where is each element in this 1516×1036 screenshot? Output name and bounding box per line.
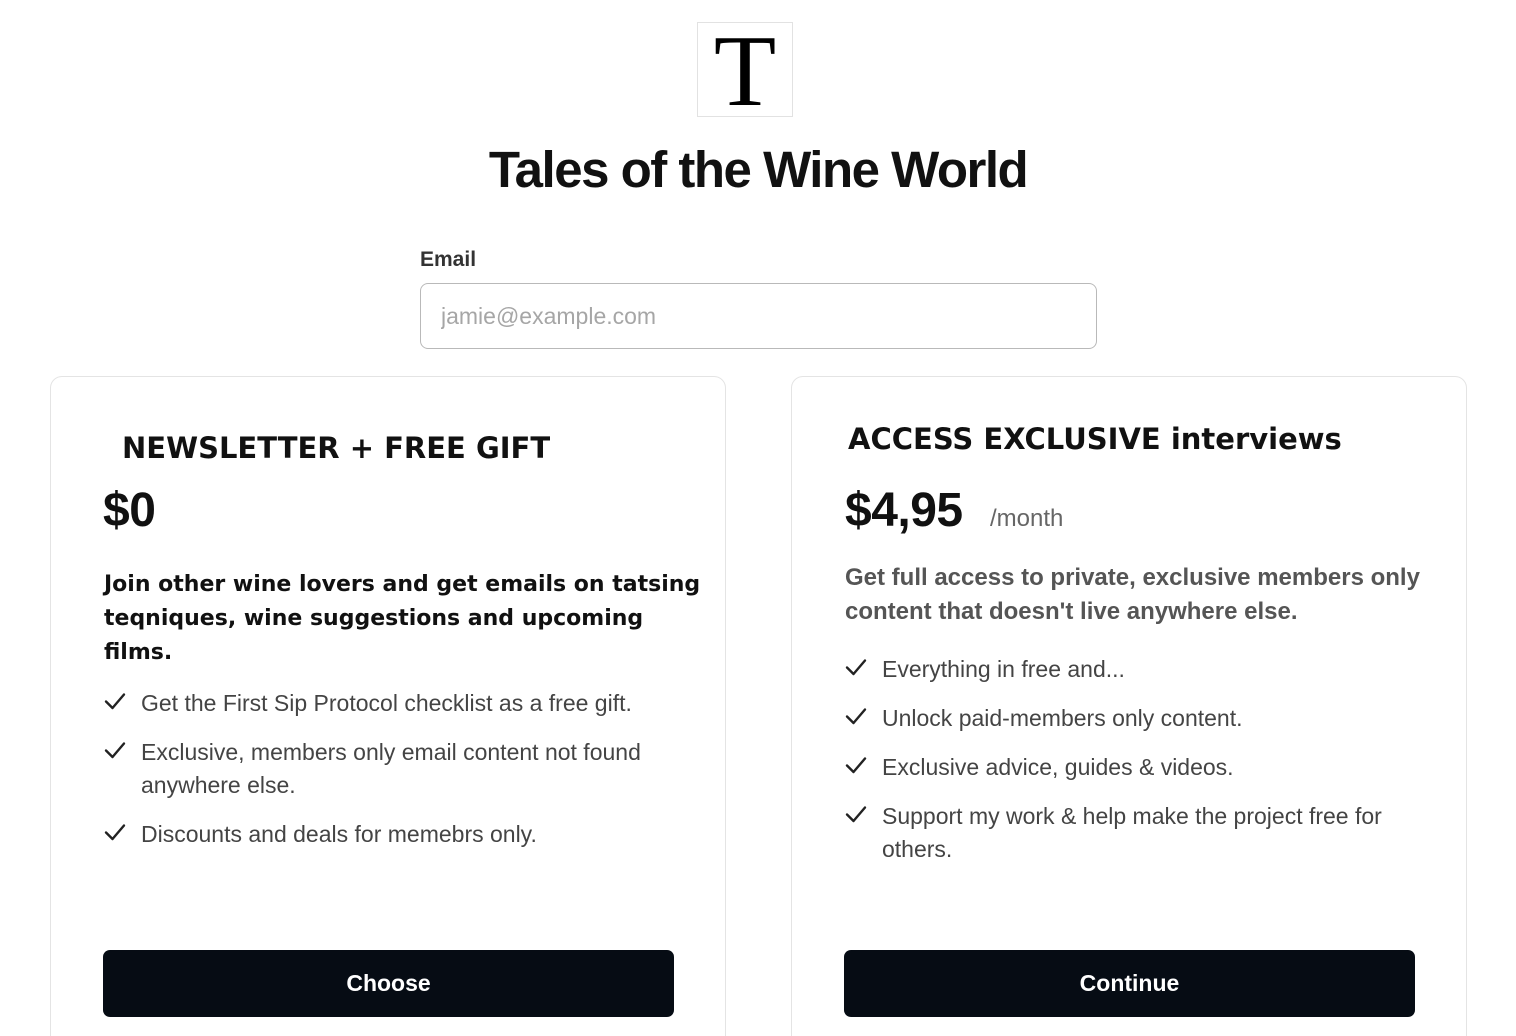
feature-item: Exclusive advice, guides & videos. [844,751,1424,784]
logo-letter: T [713,14,777,128]
feature-item: Exclusive, members only email content no… [103,736,663,802]
choose-button[interactable]: Choose [103,950,674,1017]
plan-card-paid: ACCESS EXCLUSIVE interviews $4,95 /month… [791,376,1467,1036]
plan-description: Get full access to private, exclusive me… [845,564,1420,625]
plan-name: ACCESS EXCLUSIVE interviews [848,422,1342,456]
feature-item: Everything in free and... [844,653,1424,686]
plan-description: Join other wine lovers and get emails on… [104,572,701,665]
plan-period: /month [990,505,1064,532]
email-field[interactable] [420,283,1097,349]
feature-text: Everything in free and... [882,656,1125,682]
plan-name: NEWSLETTER + FREE GIFT [122,431,551,465]
feature-text: Get the First Sip Protocol checklist as … [141,690,632,716]
feature-item: Get the First Sip Protocol checklist as … [103,687,663,720]
checkmark-icon [104,690,126,712]
publication-logo: T [697,20,793,122]
continue-button[interactable]: Continue [844,950,1415,1017]
signup-page: T Tales of the Wine World Email NEWSLETT… [0,0,1516,1036]
feature-list: Everything in free and... Unlock paid-me… [844,653,1424,882]
feature-list: Get the First Sip Protocol checklist as … [103,687,663,867]
feature-text: Support my work & help make the project … [882,803,1382,862]
feature-text: Unlock paid-members only content. [882,705,1243,731]
checkmark-icon [104,821,126,843]
checkmark-icon [845,754,867,776]
checkmark-icon [845,803,867,825]
email-label: Email [420,248,477,271]
checkmark-icon [845,705,867,727]
plan-card-free: NEWSLETTER + FREE GIFT $0 Join other win… [50,376,726,1036]
checkmark-icon [104,739,126,761]
checkmark-icon [845,656,867,678]
feature-text: Exclusive advice, guides & videos. [882,754,1234,780]
feature-item: Discounts and deals for memebrs only. [103,818,663,851]
plan-price: $0 [103,484,156,537]
feature-item: Unlock paid-members only content. [844,702,1424,735]
feature-text: Discounts and deals for memebrs only. [141,821,537,847]
feature-text: Exclusive, members only email content no… [141,739,641,798]
publication-title: Tales of the Wine World [488,141,1029,198]
feature-item: Support my work & help make the project … [844,800,1424,866]
plan-price: $4,95 [845,484,963,537]
